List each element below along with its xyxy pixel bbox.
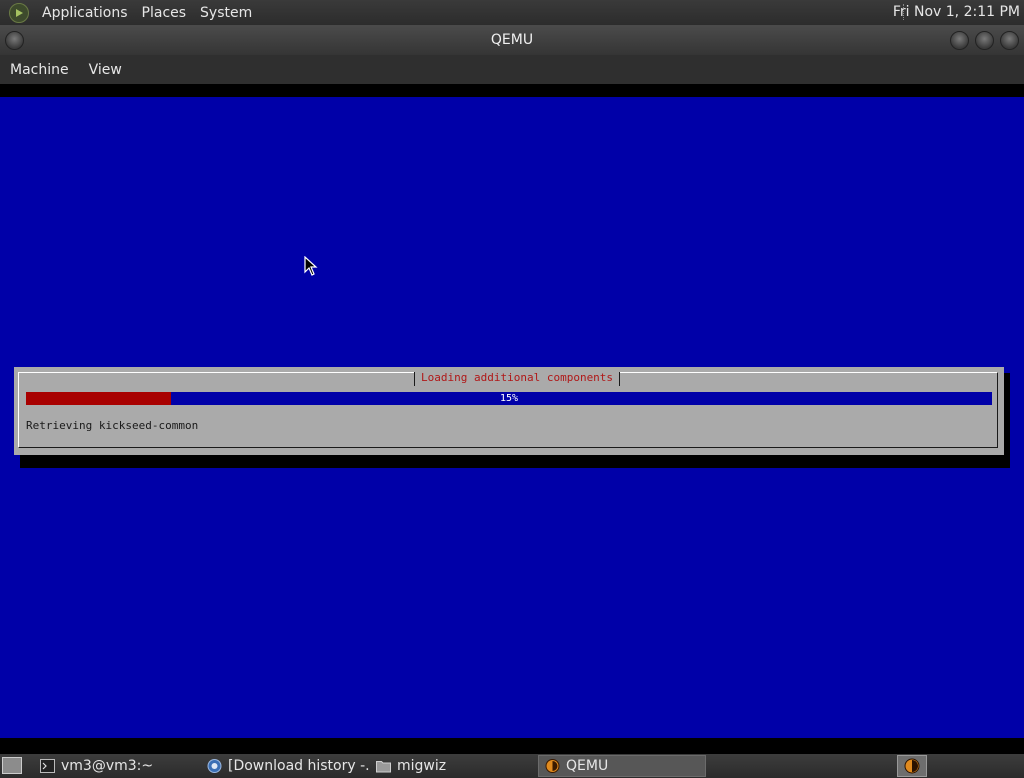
dialog-frame: Loading additional components bbox=[18, 372, 998, 448]
task-label: migwiz bbox=[397, 758, 447, 774]
progress-label: 15% bbox=[499, 393, 519, 404]
mouse-pointer-icon bbox=[304, 256, 318, 276]
status-text: Retrieving kickseed-common bbox=[26, 419, 199, 432]
menu-applications[interactable]: Applications bbox=[35, 5, 135, 21]
workspace-switcher[interactable] bbox=[897, 755, 927, 777]
menu-places[interactable]: Places bbox=[135, 5, 194, 21]
show-desktop-icon[interactable] bbox=[2, 757, 22, 774]
folder-icon bbox=[376, 761, 391, 773]
window-menu-button[interactable] bbox=[5, 31, 24, 50]
installer-dialog: Loading additional components 15% Retrie… bbox=[14, 367, 1004, 455]
minimize-button[interactable] bbox=[950, 31, 969, 50]
window-title: QEMU bbox=[490, 32, 534, 48]
window-titlebar[interactable]: QEMU bbox=[0, 25, 1024, 55]
task-qemu[interactable]: QEMU bbox=[538, 755, 706, 777]
maximize-button[interactable] bbox=[975, 31, 994, 50]
top-panel: Applications Places System Fri Nov 1, 2:… bbox=[0, 0, 1024, 25]
qemu-tray-icon bbox=[904, 758, 920, 774]
taskbar: vm3@vm3:~ [Download history -... migwiz … bbox=[0, 754, 1024, 778]
task-terminal[interactable]: vm3@vm3:~ bbox=[34, 755, 200, 777]
vm-border-bottom bbox=[0, 738, 1024, 754]
progress-bar: 15% bbox=[26, 392, 992, 405]
clock[interactable]: Fri Nov 1, 2:11 PM bbox=[893, 4, 1020, 20]
qemu-icon bbox=[545, 759, 560, 773]
window-menubar: Machine View bbox=[0, 55, 1024, 84]
dialog-title: Loading additional components bbox=[414, 372, 621, 386]
menu-view[interactable]: View bbox=[79, 62, 132, 78]
task-label: vm3@vm3:~ bbox=[61, 758, 154, 774]
close-button[interactable] bbox=[1000, 31, 1019, 50]
task-label: [Download history -... bbox=[228, 758, 371, 774]
task-browser[interactable]: [Download history -... bbox=[201, 755, 371, 777]
task-migwiz[interactable]: migwiz bbox=[370, 755, 536, 777]
menu-system[interactable]: System bbox=[193, 5, 259, 21]
task-label: QEMU bbox=[566, 758, 609, 774]
terminal-icon bbox=[40, 759, 55, 773]
vm-border-top bbox=[0, 84, 1024, 97]
applications-logo-icon[interactable] bbox=[9, 2, 29, 23]
browser-icon bbox=[207, 759, 222, 773]
menu-machine[interactable]: Machine bbox=[0, 62, 79, 78]
